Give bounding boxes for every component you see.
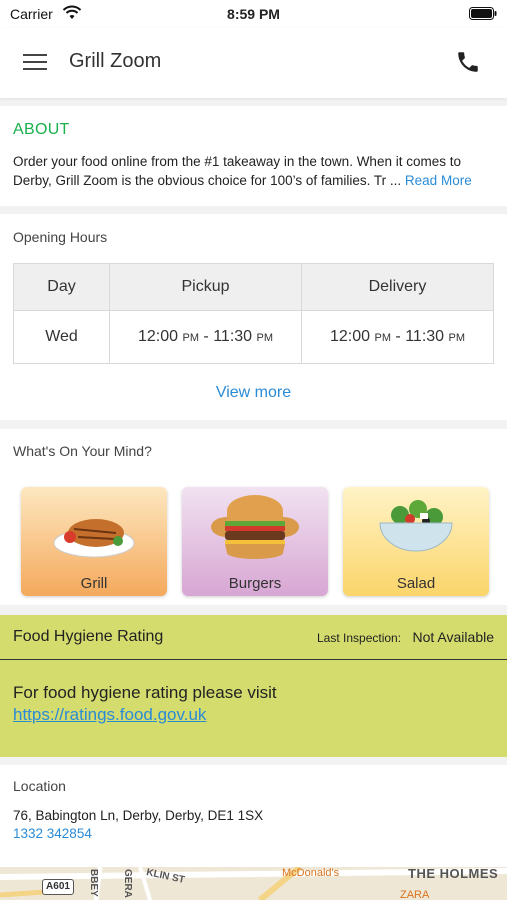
- delivery-separator: -: [390, 328, 406, 345]
- food-hygiene-section: Food Hygiene Rating Last Inspection: Not…: [0, 615, 507, 757]
- table-row: Wed 12:00 PM - 11:30 PM 12:00 PM - 11:30…: [13, 310, 494, 364]
- view-more-link[interactable]: View more: [0, 384, 507, 402]
- about-text: Order your food online from the #1 takea…: [13, 152, 498, 190]
- category-label-salad: Salad: [396, 575, 436, 592]
- pickup-start: 12:00: [137, 328, 179, 345]
- last-inspection-value: Not Available: [412, 629, 494, 645]
- hygiene-ratings-link[interactable]: https://ratings.food.gov.uk: [13, 705, 206, 725]
- day-cell: Wed: [13, 310, 110, 364]
- opening-hours-table: Day Pickup Delivery Wed 12:00 PM - 11:30…: [13, 263, 494, 364]
- category-tile-burgers[interactable]: Burgers: [182, 487, 328, 596]
- about-heading: ABOUT: [13, 121, 70, 138]
- location-section: Location 76, Babington Ln, Derby, Derby,…: [0, 765, 507, 867]
- whats-on-your-mind-section: What's On Your Mind? Grill Burgers Salad: [0, 429, 507, 605]
- hamburger-menu-icon[interactable]: [22, 51, 48, 73]
- about-section: ABOUT Order your food online from the #1…: [0, 106, 507, 206]
- delivery-start-suffix: PM: [374, 332, 391, 344]
- delivery-cell: 12:00 PM - 11:30 PM: [301, 310, 494, 364]
- category-label-burgers: Burgers: [228, 575, 282, 592]
- hygiene-message: For food hygiene rating please visit: [13, 683, 277, 702]
- road-label-2: GERA: [122, 869, 133, 898]
- map-poi-mcdonalds: McDonald's: [282, 867, 340, 879]
- pickup-separator: -: [198, 328, 214, 345]
- column-header-day: Day: [13, 263, 110, 311]
- category-tile-salad[interactable]: Salad: [343, 487, 489, 596]
- road-shield-a601: A601: [42, 879, 74, 895]
- map-area-label: THE HOLMES: [408, 867, 499, 881]
- pickup-start-suffix: PM: [182, 332, 199, 344]
- delivery-end-suffix: PM: [448, 332, 466, 344]
- read-more-link[interactable]: Read More: [405, 173, 472, 188]
- address-text: 76, Babington Ln, Derby, Derby, DE1 1SX: [13, 808, 264, 823]
- salad-bowl-image: [379, 500, 453, 552]
- location-label: Location: [13, 778, 66, 794]
- food-hygiene-header: Food Hygiene Rating Last Inspection: Not…: [0, 615, 507, 660]
- opening-hours-label: Opening Hours: [13, 229, 108, 245]
- pickup-end-suffix: PM: [256, 332, 274, 344]
- grill-chicken-image: [53, 519, 135, 558]
- category-tile-grill[interactable]: Grill: [21, 487, 167, 596]
- last-inspection-label: Last Inspection:: [317, 631, 402, 645]
- phone-number-link[interactable]: 1332 342854: [13, 826, 92, 841]
- phone-call-icon[interactable]: [455, 49, 481, 75]
- nav-bar: Grill Zoom: [0, 28, 507, 98]
- road-label-1: BBEY: [88, 869, 99, 897]
- delivery-start: 12:00: [329, 328, 371, 345]
- clock: 8:59 PM: [227, 6, 280, 22]
- whats-on-your-mind-label: What's On Your Mind?: [13, 443, 152, 459]
- column-header-delivery: Delivery: [301, 263, 494, 311]
- page-title: Grill Zoom: [69, 50, 162, 72]
- burgers-image: [211, 495, 299, 559]
- food-hygiene-title: Food Hygiene Rating: [13, 628, 164, 645]
- map-poi-zara: ZARA: [400, 889, 430, 900]
- about-body: Order your food online from the #1 takea…: [13, 154, 461, 188]
- battery-icon: [469, 7, 497, 20]
- location-map[interactable]: A601 BBEY GERA KLIN ST McDonald's THE HO…: [0, 867, 507, 900]
- column-header-pickup: Pickup: [109, 263, 302, 311]
- delivery-end: 11:30: [405, 328, 445, 345]
- pickup-cell: 12:00 PM - 11:30 PM: [109, 310, 302, 364]
- status-bar: Carrier 8:59 PM: [0, 0, 507, 28]
- category-label-grill: Grill: [80, 575, 108, 592]
- pickup-end: 11:30: [213, 328, 253, 345]
- opening-hours-section: Opening Hours Day Pickup Delivery Wed 12…: [0, 214, 507, 420]
